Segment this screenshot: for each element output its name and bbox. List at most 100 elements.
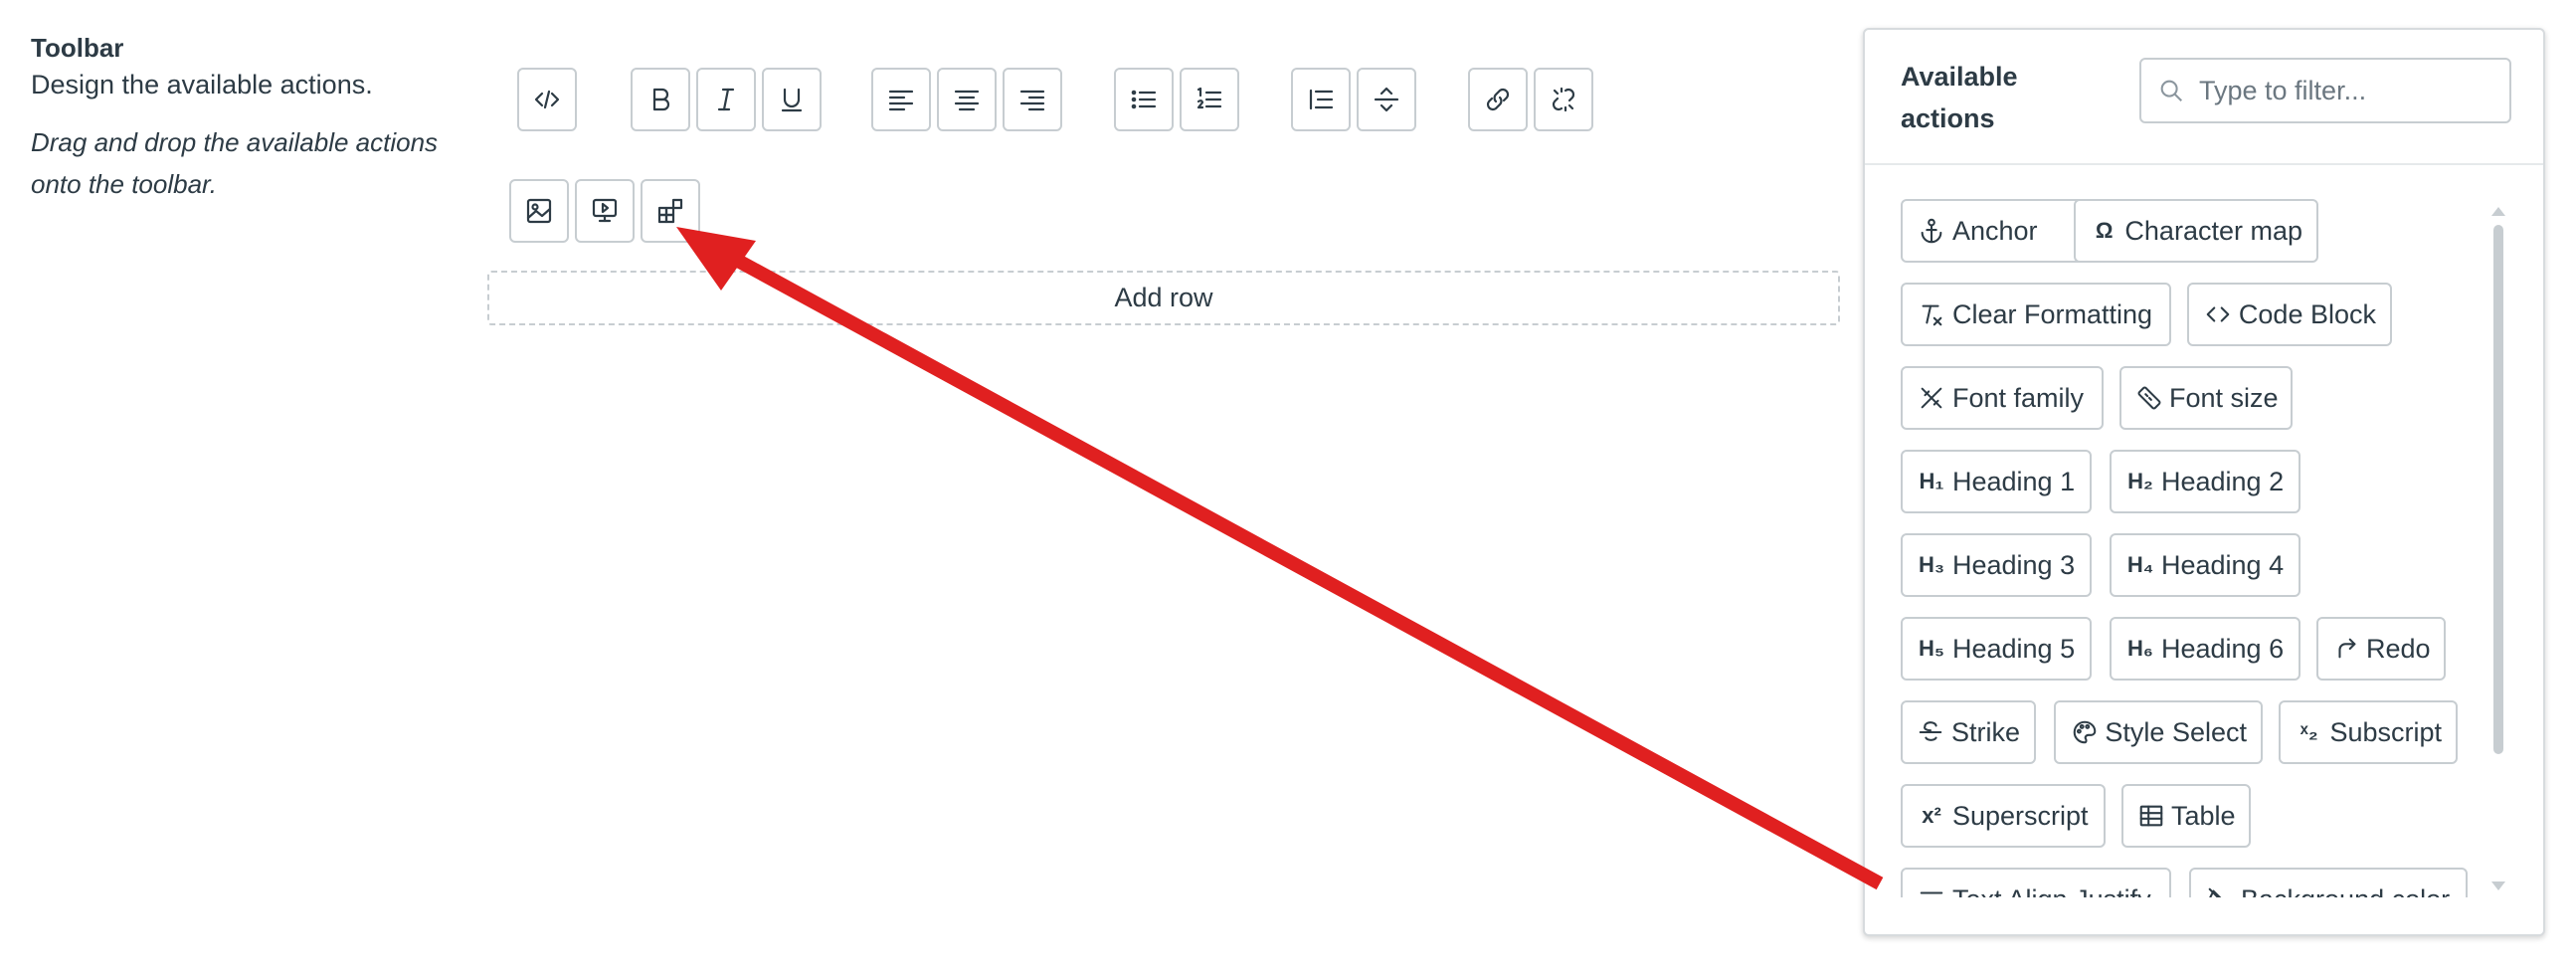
- h3-icon: H₃: [1918, 552, 1945, 577]
- action-heading-1[interactable]: H₁ Heading 1: [1901, 450, 2092, 513]
- indent-button[interactable]: [1291, 68, 1351, 131]
- action-style-select[interactable]: Style Select: [2054, 700, 2263, 764]
- action-heading-3[interactable]: H₃ Heading 3: [1901, 533, 2092, 597]
- action-code-block[interactable]: Code Block: [2187, 283, 2392, 346]
- action-label: Font family: [1952, 382, 2085, 413]
- action-subscript[interactable]: ˣ₂ Subscript: [2279, 700, 2458, 764]
- h5-icon: H₅: [1919, 636, 1944, 661]
- link-button[interactable]: [1468, 68, 1528, 131]
- action-heading-5[interactable]: H₅ Heading 5: [1901, 617, 2092, 681]
- action-text-align-justify[interactable]: Text Align Justify: [1901, 868, 2171, 897]
- search-icon: [2160, 80, 2182, 101]
- omega-icon: Ω: [2095, 218, 2114, 243]
- italic-icon: [717, 88, 735, 111]
- action-label: Text Align Justify: [1952, 884, 2151, 898]
- toolbar-section-description: Toolbar Design the available actions. Dr…: [31, 30, 449, 205]
- link-icon: [1486, 88, 1510, 111]
- code-icon: [2203, 299, 2233, 329]
- action-label: Heading 3: [1952, 549, 2076, 580]
- action-font-size[interactable]: Font size: [2119, 366, 2293, 430]
- h4-icon: H₄: [2126, 552, 2154, 577]
- code-view-icon: [534, 90, 560, 109]
- action-heading-2[interactable]: H₂ Heading 2: [2110, 450, 2300, 513]
- action-background-color[interactable]: Background color: [2189, 868, 2468, 897]
- font-size-icon: [2135, 383, 2163, 413]
- action-label: Table: [2171, 800, 2236, 831]
- code-view-button[interactable]: [517, 68, 577, 131]
- bullet-list-icon: [1131, 90, 1157, 109]
- action-label: Heading 2: [2161, 466, 2285, 496]
- action-character-map[interactable]: Ω Character map: [2074, 199, 2318, 263]
- align-center-icon: [954, 90, 980, 111]
- action-label: Redo: [2366, 633, 2431, 664]
- media-button[interactable]: [575, 179, 635, 243]
- unlink-button[interactable]: [1534, 68, 1593, 131]
- italic-button[interactable]: [696, 68, 756, 131]
- action-strike[interactable]: Strike: [1901, 700, 2036, 764]
- filter-input[interactable]: [2199, 75, 2497, 106]
- bold-button[interactable]: [631, 68, 690, 131]
- available-actions-panel: Available actions Anchor Ω Character map…: [1863, 28, 2545, 936]
- redo-icon: [2332, 634, 2360, 664]
- align-center-button[interactable]: [937, 68, 997, 131]
- scrollbar-thumb[interactable]: [2493, 225, 2503, 754]
- superscript-icon: x²: [1922, 803, 1941, 828]
- h2-icon: H₂: [2127, 469, 2153, 493]
- align-left-button[interactable]: [871, 68, 931, 131]
- action-label: Strike: [1950, 716, 2020, 747]
- align-justify-icon: [1917, 884, 1946, 897]
- action-label: Heading 4: [2161, 549, 2285, 580]
- clear-formatting-icon: [1917, 299, 1946, 329]
- h6-icon: H₆: [2127, 636, 2153, 661]
- horizontal-rule-icon: [1374, 87, 1399, 112]
- horizontal-rule-button[interactable]: [1357, 68, 1416, 131]
- anchor-icon: [1917, 216, 1946, 246]
- align-left-icon: [888, 90, 914, 111]
- action-label: Font size: [2169, 382, 2279, 413]
- font-family-icon: [1917, 383, 1946, 413]
- align-right-button[interactable]: [1003, 68, 1062, 131]
- filter-field[interactable]: [2139, 58, 2511, 123]
- underline-button[interactable]: [762, 68, 822, 131]
- action-heading-4[interactable]: H₄ Heading 4: [2110, 533, 2300, 597]
- action-clear-formatting[interactable]: Clear Formatting: [1901, 283, 2171, 346]
- action-label: Code Block: [2238, 298, 2376, 329]
- add-row-button[interactable]: Add row: [487, 271, 1840, 325]
- actions-list[interactable]: Anchor Ω Character map Clear Formatting …: [1901, 199, 2487, 897]
- action-label: Style Select: [2105, 716, 2247, 747]
- action-label: Anchor: [1952, 215, 2038, 246]
- scroll-up-arrow[interactable]: [2491, 207, 2505, 216]
- action-label: Heading 5: [1952, 633, 2076, 664]
- action-superscript[interactable]: x² Superscript: [1901, 784, 2106, 848]
- action-table[interactable]: Table: [2121, 784, 2251, 848]
- bold-icon: [652, 88, 670, 111]
- action-label: Subscript: [2329, 716, 2442, 747]
- subscript-icon: ˣ₂: [2300, 719, 2318, 744]
- strike-icon: [1917, 717, 1945, 747]
- action-heading-6[interactable]: H₆ Heading 6: [2110, 617, 2300, 681]
- image-icon: [526, 198, 552, 224]
- action-label: Background color: [2241, 884, 2450, 898]
- image-button[interactable]: [509, 179, 569, 243]
- h1-icon: H₁: [1919, 469, 1944, 493]
- background-color-icon: [2205, 884, 2235, 897]
- unlink-icon: [1552, 87, 1575, 112]
- table-icon: [2137, 801, 2165, 831]
- section-title: Toolbar: [31, 33, 124, 63]
- action-redo[interactable]: Redo: [2316, 617, 2446, 681]
- action-anchor[interactable]: Anchor: [1901, 199, 2092, 263]
- action-label: Superscript: [1952, 800, 2089, 831]
- apps-button[interactable]: [641, 179, 700, 243]
- drag-hint: Drag and drop the available actions onto…: [31, 127, 439, 199]
- align-right-icon: [1019, 90, 1045, 111]
- scroll-down-arrow[interactable]: [2491, 881, 2505, 890]
- numbered-list-icon: [1196, 87, 1222, 109]
- bullet-list-button[interactable]: [1114, 68, 1174, 131]
- action-label: Heading 1: [1952, 466, 2076, 496]
- apps-icon: [657, 198, 683, 224]
- panel-title: Available actions: [1901, 62, 2018, 133]
- numbered-list-button[interactable]: [1180, 68, 1239, 131]
- action-font-family[interactable]: Font family: [1901, 366, 2104, 430]
- section-subtitle: Design the available actions.: [31, 70, 373, 99]
- palette-icon: [2070, 717, 2099, 747]
